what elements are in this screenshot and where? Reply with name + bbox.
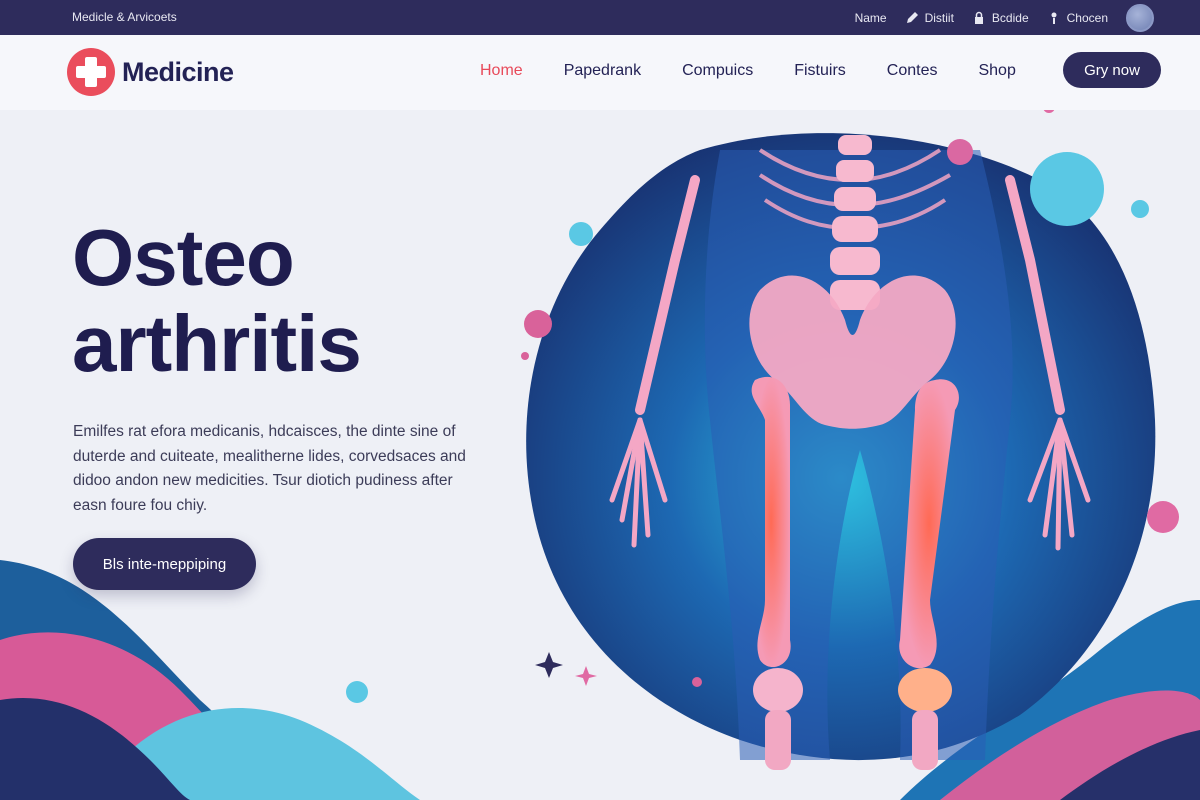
pencil-icon [906, 11, 918, 23]
medical-cross-icon [67, 48, 115, 96]
nav-fistuirs[interactable]: Fistuirs [794, 62, 846, 80]
header-cta-button[interactable]: Gry now [1063, 52, 1161, 88]
nav-contes[interactable]: Contes [887, 62, 938, 80]
nav-home[interactable]: Home [480, 62, 523, 80]
dot-pink-right [1147, 501, 1179, 533]
lock-icon [974, 11, 983, 24]
top-link-bcdide-label: Bcdide [991, 10, 1029, 25]
dot-pink-bottom [692, 677, 702, 687]
info-icon [1051, 12, 1057, 24]
hero-title: Osteo arthritis [72, 213, 362, 388]
right-knee [898, 668, 952, 712]
top-link-chocen-label: Chocen [1066, 10, 1108, 25]
sparkle-dark-icon [535, 652, 563, 678]
dot-cyan [569, 222, 593, 246]
hero-description: Emilfes rat efora medicanis, hdcaisces, … [73, 423, 466, 514]
sparkle-pink-icon [575, 666, 597, 686]
hero-title-line-2: arthritis [72, 299, 362, 388]
main-header: Medicine Home Papedrank Compuics Fistuir… [0, 35, 1200, 110]
top-link-bcdide[interactable]: Bcdide [972, 11, 1029, 25]
dot-pink-tiny [521, 352, 529, 360]
left-tibia [765, 710, 791, 770]
main-nav: Home Papedrank Compuics Fistuirs Contes … [480, 62, 1057, 80]
hero-cta-button[interactable]: Bls inte-meppiping [73, 538, 256, 590]
logo[interactable]: Medicine [66, 47, 234, 97]
top-link-chocen[interactable]: Chocen [1047, 11, 1108, 25]
top-link-distiit-label: Distiit [924, 10, 954, 25]
left-knee [753, 668, 803, 712]
top-links: Name Distiit Bcdide Chocen [855, 0, 1154, 35]
skeleton-illustration [346, 101, 1179, 770]
right-tibia [912, 710, 938, 770]
avatar[interactable] [1126, 3, 1154, 32]
top-brand-line: Medicle & Arvicoets [72, 10, 177, 24]
nav-compuics[interactable]: Compuics [682, 62, 753, 80]
dot-cyan-small [1131, 200, 1149, 218]
top-link-name[interactable]: Name [855, 11, 887, 25]
hero-title-line-1: Osteo [72, 213, 295, 302]
nav-shop[interactable]: Shop [978, 62, 1015, 80]
nav-papedrank[interactable]: Papedrank [564, 62, 641, 80]
dot-pink-left [524, 310, 552, 338]
dot-pink [947, 139, 973, 165]
dot-cyan-large [1030, 152, 1104, 226]
top-link-name-label: Name [854, 10, 887, 25]
top-link-distiit[interactable]: Distiit [905, 11, 954, 25]
dot-cyan-bottom [346, 681, 368, 703]
logo-text: Medicine [122, 56, 234, 87]
top-bar: Medicle & Arvicoets Name Distiit Bcdide … [0, 0, 1200, 35]
